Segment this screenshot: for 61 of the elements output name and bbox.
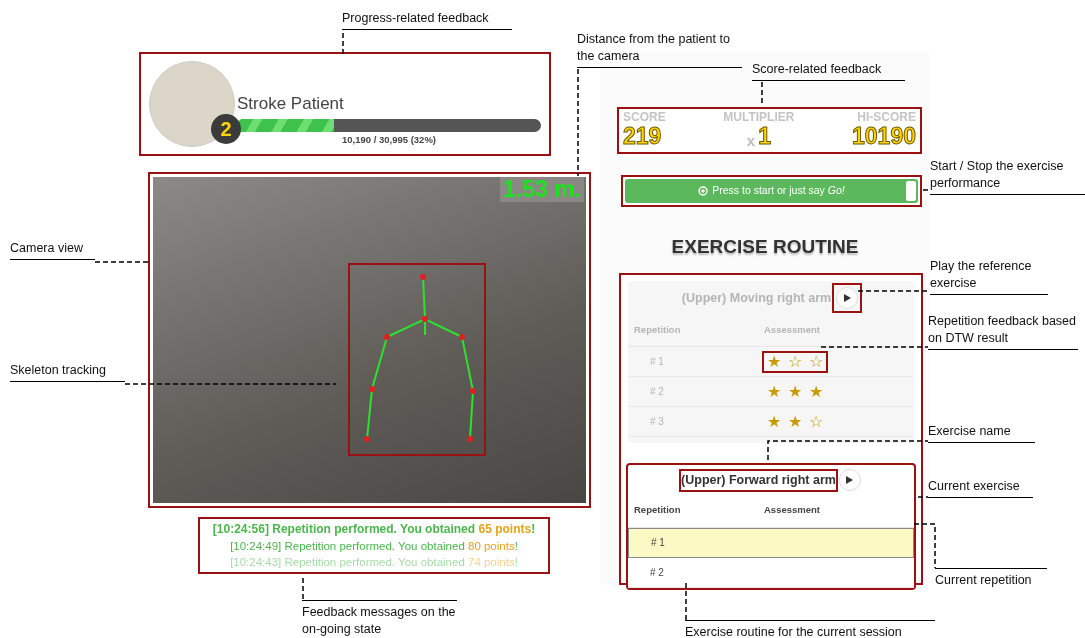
- play-button[interactable]: [838, 469, 861, 492]
- annotation-label: Camera view: [10, 240, 95, 260]
- repetition-label: # 1: [651, 536, 666, 550]
- exercise-name: (Upper) Moving right arm: [681, 289, 832, 307]
- routine-title: EXERCISE ROUTINE: [670, 234, 860, 259]
- column-header: Repetition: [634, 503, 682, 518]
- patient-name: Stroke Patient: [237, 93, 345, 116]
- annotation-label: Exercise routine for the current session: [685, 620, 935, 638]
- annotation-label: Distance from the patient to the camera: [577, 31, 742, 68]
- empty-star-icon: ☆: [788, 353, 802, 370]
- repetition-row[interactable]: # 1: [628, 527, 914, 558]
- feedback-message: [10:24:49] Repetition performed. You obtained 80 points!: [229, 538, 519, 554]
- filled-star-icon: ★: [767, 353, 781, 370]
- score-value: 10190: [852, 125, 916, 148]
- annotation-label: Score-related feedback: [752, 61, 905, 81]
- level-badge: 2: [211, 114, 241, 144]
- leader-line: [94, 261, 151, 263]
- repetition-label: # 1: [650, 355, 665, 370]
- repetition-row[interactable]: # 2: [628, 557, 914, 588]
- annotation-label: Feedback messages on the on-going state: [302, 600, 457, 638]
- annotation-label: Skeleton tracking: [10, 362, 125, 382]
- play-icon: [843, 294, 851, 302]
- annotation-label: Start / Stop the exercise performance: [930, 158, 1085, 195]
- leader-line: [913, 523, 936, 569]
- annotation-label: Repetition feedback based on DTW result: [928, 313, 1078, 350]
- multiplier-sign: x: [746, 133, 756, 148]
- filled-star-icon: ★: [788, 413, 802, 430]
- filled-star-icon: ★: [767, 413, 781, 430]
- empty-star-icon: ☆: [809, 353, 823, 370]
- column-header: Assessment: [764, 503, 820, 518]
- filled-star-icon: ★: [809, 383, 823, 400]
- repetition-label: # 3: [650, 415, 665, 430]
- annotation-label: Progress-related feedback: [342, 10, 512, 30]
- annotation-label: Play the reference exercise: [930, 258, 1048, 295]
- distance-label: 1.53 m.: [500, 177, 584, 203]
- feedback-message: [10:24:56] Repetition performed. You obtained 65 points!: [211, 521, 537, 538]
- column-header: Repetition: [634, 323, 682, 337]
- leader-line: [302, 577, 304, 601]
- leader-line: [922, 189, 931, 191]
- repetition-label: # 2: [650, 385, 665, 400]
- annotation-label: Current repetition: [935, 568, 1047, 589]
- leader-line: [685, 582, 687, 621]
- annotation-label: Current exercise: [928, 478, 1033, 498]
- score-label: HI-SCORE: [857, 111, 916, 123]
- score-label: MULTIPLIER: [723, 111, 795, 123]
- empty-star-icon: ☆: [809, 413, 823, 430]
- score-value: 219: [623, 125, 662, 148]
- target-icon: [698, 185, 709, 196]
- score-label: SCORE: [623, 111, 666, 123]
- annotation-label: Exercise name: [928, 423, 1035, 443]
- column-header: Assessment: [764, 323, 820, 337]
- repetition-label: # 2: [650, 565, 665, 580]
- play-icon: [846, 476, 854, 485]
- feedback-message: [10:24:43] Repetition performed. You obtained 74 points!: [229, 554, 519, 570]
- leader-line: [342, 32, 344, 56]
- progress-reading: 10,190 / 30,995 (32%): [341, 132, 437, 147]
- score-value: 1: [758, 125, 771, 148]
- exercise-name: (Upper) Forward right arm: [681, 470, 836, 490]
- filled-star-icon: ★: [767, 383, 781, 400]
- filled-star-icon: ★: [788, 383, 802, 400]
- leader-line: [917, 496, 929, 498]
